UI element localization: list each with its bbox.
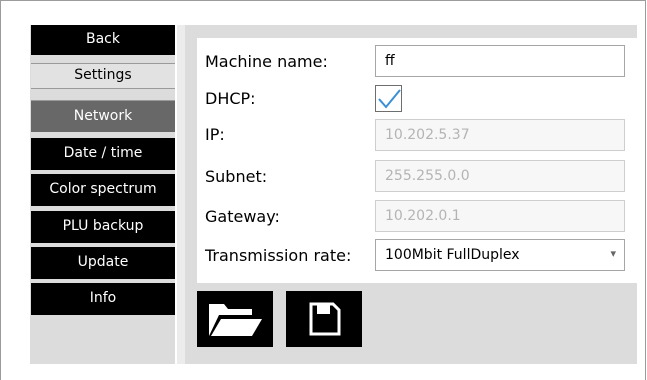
machine-name-input[interactable]: ff: [375, 45, 625, 77]
transmission-rate-label: Transmission rate:: [205, 246, 352, 265]
ip-label: IP:: [205, 125, 225, 144]
sidebar-item-info[interactable]: Info: [31, 283, 175, 315]
back-button[interactable]: Back: [31, 25, 175, 55]
subnet-label: Subnet:: [205, 167, 268, 186]
transmission-rate-value: 100Mbit FullDuplex: [385, 247, 520, 263]
subnet-input[interactable]: 255.255.0.0: [375, 160, 625, 192]
gateway-label: Gateway:: [205, 207, 280, 226]
sidebar-item-color-spectrum[interactable]: Color spectrum: [31, 174, 175, 206]
settings-section-label: Settings: [31, 63, 175, 89]
dhcp-checkbox[interactable]: [375, 85, 402, 112]
machine-name-label: Machine name:: [205, 52, 328, 71]
sidebar-item-update[interactable]: Update: [31, 247, 175, 279]
panel-divider: [177, 25, 185, 364]
transmission-rate-select[interactable]: 100Mbit FullDuplex ▾: [375, 239, 625, 271]
sidebar-item-plu-backup[interactable]: PLU backup: [31, 211, 175, 243]
dhcp-label: DHCP:: [205, 89, 256, 108]
open-button[interactable]: [197, 291, 273, 347]
sidebar-item-network[interactable]: Network: [31, 100, 175, 132]
sidebar-item-date-time[interactable]: Date / time: [31, 138, 175, 170]
floppy-disk-icon: [309, 302, 341, 336]
settings-window: Back Settings Network Date / time Color …: [0, 0, 646, 380]
checkmark-icon: [378, 89, 401, 109]
ip-input[interactable]: 10.202.5.37: [375, 119, 625, 151]
folder-open-icon: [209, 304, 262, 336]
chevron-down-icon: ▾: [610, 247, 616, 260]
save-button[interactable]: [286, 291, 362, 347]
gateway-input[interactable]: 10.202.0.1: [375, 200, 625, 232]
